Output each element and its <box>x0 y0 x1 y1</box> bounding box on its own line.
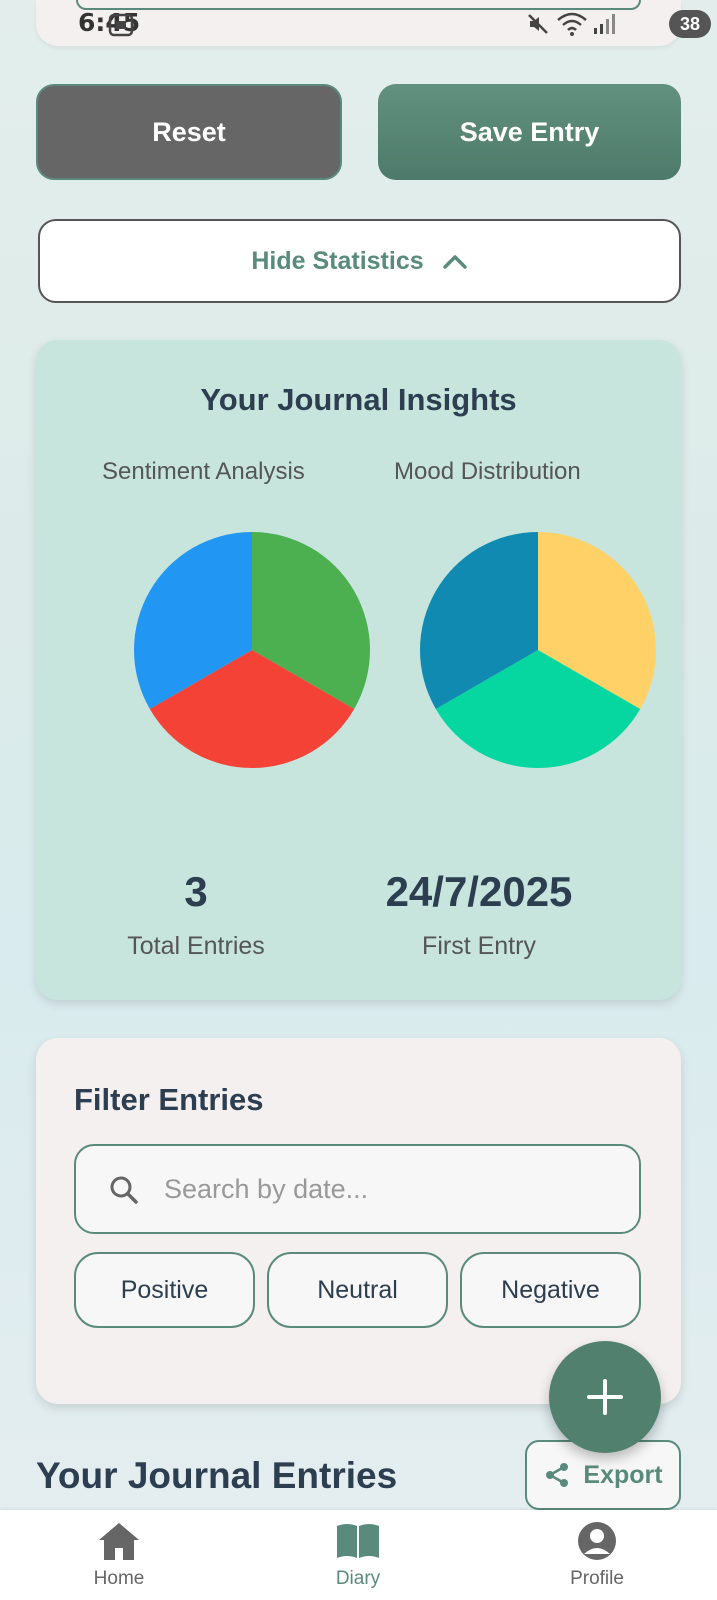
reset-button-label: Reset <box>152 116 226 147</box>
mood-pie-chart <box>420 532 656 768</box>
filter-chip-positive-label: Positive <box>120 1275 209 1304</box>
hide-statistics-label: Hide Statistics <box>251 246 424 275</box>
filter-chip-positive[interactable]: Positive <box>74 1252 255 1328</box>
sentiment-pie-chart <box>134 532 370 768</box>
nav-item-home[interactable]: Home <box>59 1520 179 1590</box>
book-icon <box>337 1524 379 1558</box>
total-entries-label: Total Entries <box>127 932 265 960</box>
chevron-up-icon <box>442 255 467 269</box>
filter-chip-neutral-label: Neutral <box>317 1275 398 1304</box>
nav-item-profile[interactable]: Profile <box>537 1520 657 1590</box>
entries-title: Your Journal Entries <box>36 1455 398 1496</box>
search-input[interactable] <box>164 1146 624 1232</box>
plus-icon <box>587 1379 623 1415</box>
sentiment-chart-label: Sentiment Analysis <box>102 458 305 485</box>
nav-label-home: Home <box>93 1568 145 1589</box>
export-label: Export <box>583 1460 663 1489</box>
total-entries-value: 3 <box>184 868 208 915</box>
battery-icon: 38 <box>669 10 711 38</box>
insights-card: Your Journal Insights Sentiment Analysis… <box>36 340 681 1000</box>
wifi-icon <box>557 12 587 36</box>
battery-level: 38 <box>679 13 701 34</box>
search-box[interactable] <box>74 1144 641 1234</box>
search-icon <box>110 1176 138 1204</box>
nav-label-profile: Profile <box>570 1568 624 1589</box>
status-bar-frame <box>76 0 641 10</box>
nav-label-diary: Diary <box>335 1568 381 1589</box>
signal-icon <box>594 14 615 34</box>
add-entry-button[interactable] <box>549 1341 661 1453</box>
screenshot-icon <box>108 13 134 37</box>
bottom-nav: Home Diary Profile <box>0 1510 717 1600</box>
mute-icon <box>528 14 548 34</box>
status-bar: 6:45 38 <box>36 0 711 46</box>
hide-statistics-button[interactable]: Hide Statistics <box>38 219 681 303</box>
save-entry-button-label: Save Entry <box>459 116 600 147</box>
filter-chip-negative[interactable]: Negative <box>460 1252 641 1328</box>
home-icon <box>99 1523 139 1560</box>
filter-chip-negative-label: Negative <box>501 1275 600 1304</box>
share-icon <box>546 1463 569 1487</box>
first-entry-value: 24/7/2025 <box>385 868 573 915</box>
filter-chip-neutral[interactable]: Neutral <box>267 1252 448 1328</box>
first-entry-label: First Entry <box>422 932 536 960</box>
insights-title: Your Journal Insights <box>200 382 517 417</box>
save-entry-button[interactable]: Save Entry <box>378 84 681 180</box>
profile-icon <box>578 1522 616 1560</box>
mood-chart-label: Mood Distribution <box>394 458 581 485</box>
nav-item-diary[interactable]: Diary <box>298 1520 418 1590</box>
reset-button[interactable]: Reset <box>36 84 342 180</box>
filter-title: Filter Entries <box>74 1082 264 1117</box>
